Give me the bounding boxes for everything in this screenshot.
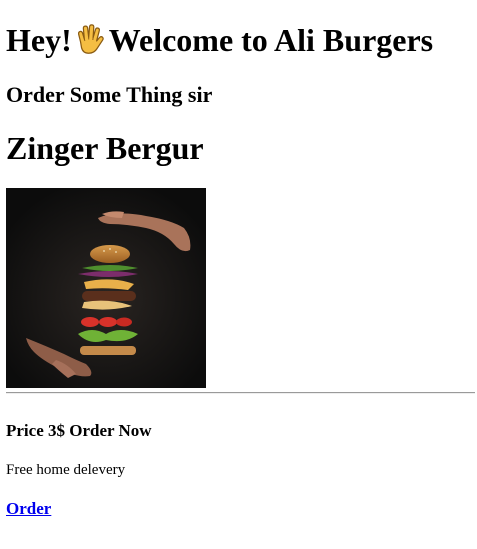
page: Hey! Welcome to Ali Burgers Order Some T… xyxy=(0,0,477,549)
order-link[interactable]: Order xyxy=(6,498,51,520)
subtitle: Order Some Thing sir xyxy=(6,82,213,107)
price-line: Price 3$ Order Now xyxy=(6,421,152,440)
burger-photo xyxy=(6,188,206,388)
burger-photo-graphic xyxy=(6,188,206,388)
welcome-text: Welcome to Ali Burgers xyxy=(108,22,434,58)
raised-hand-icon xyxy=(77,24,104,54)
greeting-text: Hey! xyxy=(6,22,72,58)
delivery-note: Free home delevery xyxy=(6,462,126,478)
product-name: Zinger Bergur xyxy=(6,130,204,166)
divider xyxy=(6,392,475,394)
page-title: Hey! Welcome to Ali Burgers xyxy=(6,20,433,60)
